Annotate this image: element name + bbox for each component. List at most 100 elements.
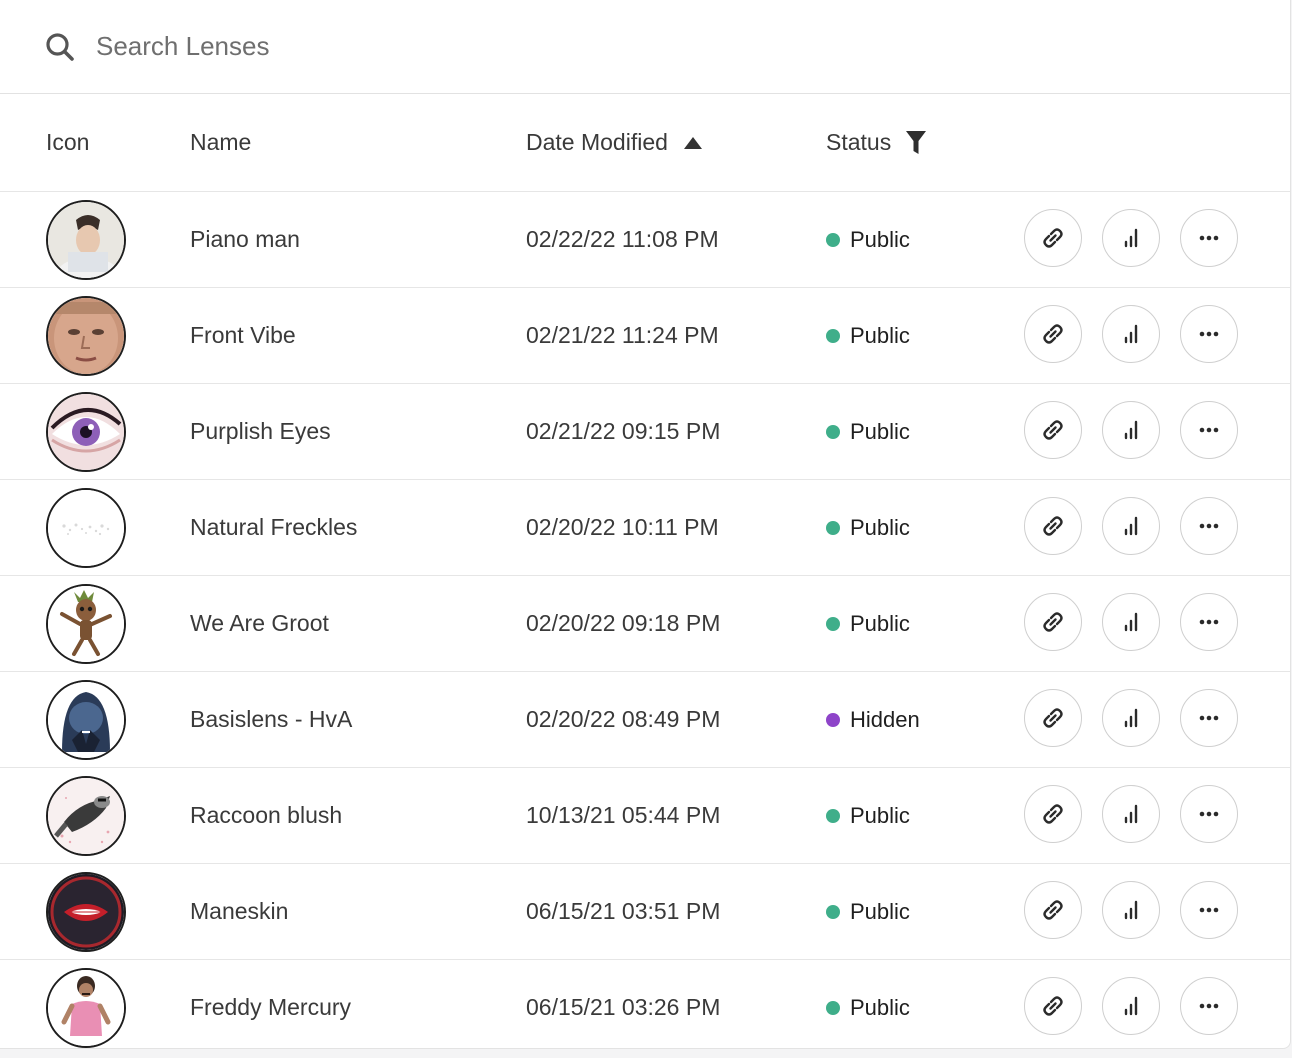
status-badge: Public (826, 480, 910, 575)
status-label: Public (850, 802, 910, 828)
lenses-panel: Icon Name Date Modified Status Piano man… (0, 0, 1291, 1049)
copy-link-button[interactable] (1024, 401, 1082, 459)
status-dot (826, 1000, 840, 1015)
copy-link-button[interactable] (1024, 881, 1082, 939)
status-dot (826, 520, 840, 535)
table-row[interactable]: We Are Groot 02/20/22 09:18 PM Public (0, 576, 1290, 672)
stats-icon (1118, 897, 1144, 923)
table-row[interactable]: Front Vibe 02/21/22 11:24 PM Public (0, 288, 1290, 384)
status-label: Public (850, 514, 910, 540)
row-actions (1024, 881, 1238, 939)
stats-icon (1118, 513, 1144, 539)
stats-button[interactable] (1102, 497, 1160, 555)
status-badge: Hidden (826, 672, 920, 767)
lens-name[interactable]: Purplish Eyes (190, 384, 331, 479)
lens-avatar-hooded-figure[interactable] (46, 680, 126, 760)
lens-avatar-face-closeup[interactable] (46, 296, 126, 376)
stats-icon (1118, 225, 1144, 251)
lens-avatar-freckles[interactable] (46, 488, 126, 568)
more-options-button[interactable] (1180, 593, 1238, 651)
copy-link-button[interactable] (1024, 497, 1082, 555)
lens-avatar-purple-eye[interactable] (46, 392, 126, 472)
status-dot (826, 904, 840, 919)
more-options-button[interactable] (1180, 209, 1238, 267)
table-row[interactable]: Maneskin 06/15/21 03:51 PM Public (0, 864, 1290, 960)
copy-link-button[interactable] (1024, 305, 1082, 363)
status-label: Public (850, 418, 910, 444)
stats-button[interactable] (1102, 689, 1160, 747)
lens-avatar-raccoon[interactable] (46, 776, 126, 856)
copy-link-button[interactable] (1024, 593, 1082, 651)
link-icon (1040, 513, 1066, 539)
table-body: Piano man 02/22/22 11:08 PM Public Front… (0, 192, 1290, 1048)
link-icon (1040, 897, 1066, 923)
copy-link-button[interactable] (1024, 689, 1082, 747)
status-dot (826, 232, 840, 247)
table-row[interactable]: Freddy Mercury 06/15/21 03:26 PM Public (0, 960, 1290, 1048)
status-label: Public (850, 610, 910, 636)
link-icon (1040, 609, 1066, 635)
lens-avatar-groot[interactable] (46, 584, 126, 664)
lens-name[interactable]: Piano man (190, 192, 300, 287)
stats-button[interactable] (1102, 305, 1160, 363)
link-icon (1040, 705, 1066, 731)
copy-link-button[interactable] (1024, 977, 1082, 1035)
lens-avatar-freddy-figure[interactable] (46, 968, 126, 1048)
stats-button[interactable] (1102, 401, 1160, 459)
lens-name[interactable]: Basislens - HvA (190, 672, 352, 767)
lens-name[interactable]: Raccoon blush (190, 768, 342, 863)
stats-button[interactable] (1102, 881, 1160, 939)
more-options-button[interactable] (1180, 977, 1238, 1035)
lens-name[interactable]: Freddy Mercury (190, 960, 351, 1048)
header-name[interactable]: Name (190, 94, 251, 191)
stats-button[interactable] (1102, 209, 1160, 267)
lens-date-modified: 10/13/21 05:44 PM (526, 802, 721, 828)
copy-link-button[interactable] (1024, 209, 1082, 267)
table-row[interactable]: Purplish Eyes 02/21/22 09:15 PM Public (0, 384, 1290, 480)
status-label: Public (850, 322, 910, 348)
table-row[interactable]: Raccoon blush 10/13/21 05:44 PM Public (0, 768, 1290, 864)
more-icon (1196, 609, 1222, 635)
filter-icon[interactable] (905, 130, 927, 156)
lens-name[interactable]: Front Vibe (190, 288, 296, 383)
status-label: Public (850, 898, 910, 924)
table-header: Icon Name Date Modified Status (0, 94, 1290, 192)
status-badge: Public (826, 192, 910, 287)
more-options-button[interactable] (1180, 689, 1238, 747)
header-date-modified[interactable]: Date Modified (526, 94, 702, 191)
more-options-button[interactable] (1180, 785, 1238, 843)
lens-name[interactable]: We Are Groot (190, 576, 329, 671)
more-options-button[interactable] (1180, 881, 1238, 939)
more-options-button[interactable] (1180, 401, 1238, 459)
stats-button[interactable] (1102, 593, 1160, 651)
lens-date-modified: 02/20/22 09:18 PM (526, 610, 721, 636)
more-icon (1196, 321, 1222, 347)
copy-link-button[interactable] (1024, 785, 1082, 843)
status-dot (826, 712, 840, 727)
table-row[interactable]: Natural Freckles 02/20/22 10:11 PM Publi… (0, 480, 1290, 576)
search-icon[interactable] (44, 31, 76, 63)
search-input[interactable] (94, 30, 798, 63)
sort-ascending-icon[interactable] (683, 136, 702, 149)
table-row[interactable]: Piano man 02/22/22 11:08 PM Public (0, 192, 1290, 288)
more-icon (1196, 513, 1222, 539)
lens-name[interactable]: Maneskin (190, 864, 288, 959)
stats-button[interactable] (1102, 785, 1160, 843)
more-options-button[interactable] (1180, 497, 1238, 555)
status-badge: Public (826, 288, 910, 383)
more-icon (1196, 897, 1222, 923)
status-badge: Public (826, 768, 910, 863)
stats-button[interactable] (1102, 977, 1160, 1035)
lens-date-modified: 02/21/22 11:24 PM (526, 322, 719, 348)
table-row[interactable]: Basislens - HvA 02/20/22 08:49 PM Hidden (0, 672, 1290, 768)
lens-name[interactable]: Natural Freckles (190, 480, 357, 575)
more-icon (1196, 801, 1222, 827)
more-options-button[interactable] (1180, 305, 1238, 363)
stats-icon (1118, 993, 1144, 1019)
link-icon (1040, 801, 1066, 827)
lens-avatar-maneskin-lips[interactable] (46, 872, 126, 952)
status-label: Public (850, 226, 910, 252)
header-status[interactable]: Status (826, 94, 927, 191)
link-icon (1040, 321, 1066, 347)
lens-avatar-portrait-man[interactable] (46, 200, 126, 280)
